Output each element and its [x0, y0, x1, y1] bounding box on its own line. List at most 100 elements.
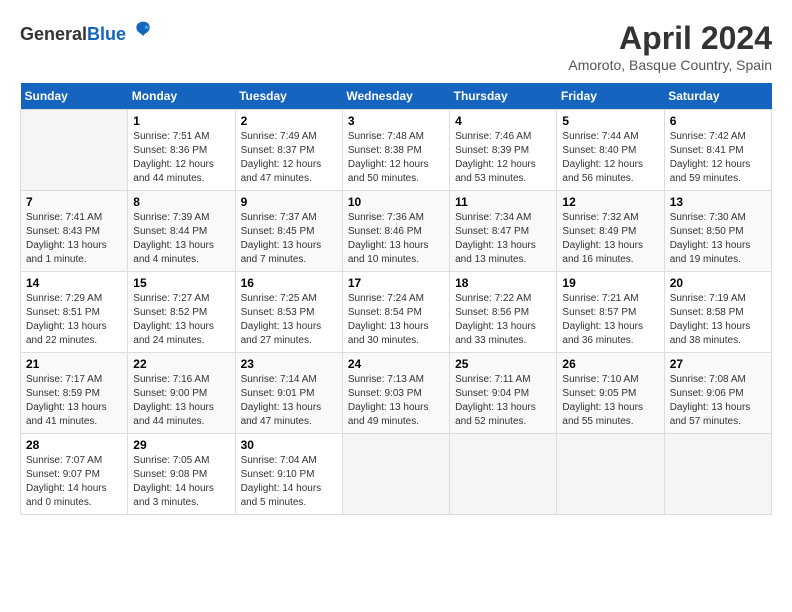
- day-info: Sunrise: 7:49 AMSunset: 8:37 PMDaylight:…: [241, 130, 337, 186]
- calendar-week-row-2: 7 Sunrise: 7:41 AMSunset: 8:43 PMDayligh…: [21, 191, 772, 272]
- day-number: 30: [241, 438, 337, 452]
- calendar-cell: 26 Sunrise: 7:10 AMSunset: 9:05 PMDaylig…: [557, 353, 664, 434]
- calendar-cell: 25 Sunrise: 7:11 AMSunset: 9:04 PMDaylig…: [450, 353, 557, 434]
- calendar-cell: 10 Sunrise: 7:36 AMSunset: 8:46 PMDaylig…: [342, 191, 449, 272]
- day-info: Sunrise: 7:39 AMSunset: 8:44 PMDaylight:…: [133, 211, 229, 267]
- day-info: Sunrise: 7:08 AMSunset: 9:06 PMDaylight:…: [670, 373, 766, 429]
- day-info: Sunrise: 7:07 AMSunset: 9:07 PMDaylight:…: [26, 454, 122, 510]
- month-year-title: April 2024: [568, 20, 772, 57]
- day-info: Sunrise: 7:19 AMSunset: 8:58 PMDaylight:…: [670, 292, 766, 348]
- day-info: Sunrise: 7:36 AMSunset: 8:46 PMDaylight:…: [348, 211, 444, 267]
- day-number: 12: [562, 195, 658, 209]
- day-number: 24: [348, 357, 444, 371]
- calendar-cell: 17 Sunrise: 7:24 AMSunset: 8:54 PMDaylig…: [342, 272, 449, 353]
- calendar-cell: 14 Sunrise: 7:29 AMSunset: 8:51 PMDaylig…: [21, 272, 128, 353]
- header-tuesday: Tuesday: [235, 83, 342, 110]
- calendar-cell: [557, 434, 664, 515]
- calendar-week-row-1: 1 Sunrise: 7:51 AMSunset: 8:36 PMDayligh…: [21, 110, 772, 191]
- day-number: 7: [26, 195, 122, 209]
- day-info: Sunrise: 7:14 AMSunset: 9:01 PMDaylight:…: [241, 373, 337, 429]
- day-number: 3: [348, 114, 444, 128]
- calendar-cell: 30 Sunrise: 7:04 AMSunset: 9:10 PMDaylig…: [235, 434, 342, 515]
- day-number: 11: [455, 195, 551, 209]
- day-number: 6: [670, 114, 766, 128]
- day-info: Sunrise: 7:41 AMSunset: 8:43 PMDaylight:…: [26, 211, 122, 267]
- calendar-cell: 9 Sunrise: 7:37 AMSunset: 8:45 PMDayligh…: [235, 191, 342, 272]
- day-number: 1: [133, 114, 229, 128]
- calendar-cell: 4 Sunrise: 7:46 AMSunset: 8:39 PMDayligh…: [450, 110, 557, 191]
- day-number: 4: [455, 114, 551, 128]
- day-info: Sunrise: 7:21 AMSunset: 8:57 PMDaylight:…: [562, 292, 658, 348]
- logo-text: GeneralBlue: [20, 20, 153, 45]
- calendar-week-row-4: 21 Sunrise: 7:17 AMSunset: 8:59 PMDaylig…: [21, 353, 772, 434]
- calendar-cell: 19 Sunrise: 7:21 AMSunset: 8:57 PMDaylig…: [557, 272, 664, 353]
- calendar-cell: 3 Sunrise: 7:48 AMSunset: 8:38 PMDayligh…: [342, 110, 449, 191]
- day-info: Sunrise: 7:51 AMSunset: 8:36 PMDaylight:…: [133, 130, 229, 186]
- calendar-cell: 5 Sunrise: 7:44 AMSunset: 8:40 PMDayligh…: [557, 110, 664, 191]
- calendar-cell: 7 Sunrise: 7:41 AMSunset: 8:43 PMDayligh…: [21, 191, 128, 272]
- day-number: 17: [348, 276, 444, 290]
- header-thursday: Thursday: [450, 83, 557, 110]
- calendar-cell: [21, 110, 128, 191]
- calendar-cell: 28 Sunrise: 7:07 AMSunset: 9:07 PMDaylig…: [21, 434, 128, 515]
- day-info: Sunrise: 7:05 AMSunset: 9:08 PMDaylight:…: [133, 454, 229, 510]
- calendar-week-row-5: 28 Sunrise: 7:07 AMSunset: 9:07 PMDaylig…: [21, 434, 772, 515]
- page-header: GeneralBlue April 2024 Amoroto, Basque C…: [20, 20, 772, 73]
- calendar-cell: 16 Sunrise: 7:25 AMSunset: 8:53 PMDaylig…: [235, 272, 342, 353]
- day-number: 20: [670, 276, 766, 290]
- calendar-cell: 22 Sunrise: 7:16 AMSunset: 9:00 PMDaylig…: [128, 353, 235, 434]
- calendar-cell: 24 Sunrise: 7:13 AMSunset: 9:03 PMDaylig…: [342, 353, 449, 434]
- calendar-cell: 29 Sunrise: 7:05 AMSunset: 9:08 PMDaylig…: [128, 434, 235, 515]
- calendar-cell: 11 Sunrise: 7:34 AMSunset: 8:47 PMDaylig…: [450, 191, 557, 272]
- day-info: Sunrise: 7:42 AMSunset: 8:41 PMDaylight:…: [670, 130, 766, 186]
- day-info: Sunrise: 7:17 AMSunset: 8:59 PMDaylight:…: [26, 373, 122, 429]
- calendar-cell: 13 Sunrise: 7:30 AMSunset: 8:50 PMDaylig…: [664, 191, 771, 272]
- day-info: Sunrise: 7:48 AMSunset: 8:38 PMDaylight:…: [348, 130, 444, 186]
- day-number: 2: [241, 114, 337, 128]
- day-info: Sunrise: 7:16 AMSunset: 9:00 PMDaylight:…: [133, 373, 229, 429]
- day-number: 9: [241, 195, 337, 209]
- calendar-cell: 18 Sunrise: 7:22 AMSunset: 8:56 PMDaylig…: [450, 272, 557, 353]
- calendar-cell: 20 Sunrise: 7:19 AMSunset: 8:58 PMDaylig…: [664, 272, 771, 353]
- day-number: 14: [26, 276, 122, 290]
- day-number: 28: [26, 438, 122, 452]
- day-number: 25: [455, 357, 551, 371]
- header-wednesday: Wednesday: [342, 83, 449, 110]
- day-number: 10: [348, 195, 444, 209]
- day-number: 13: [670, 195, 766, 209]
- header-saturday: Saturday: [664, 83, 771, 110]
- day-info: Sunrise: 7:27 AMSunset: 8:52 PMDaylight:…: [133, 292, 229, 348]
- day-number: 19: [562, 276, 658, 290]
- day-info: Sunrise: 7:11 AMSunset: 9:04 PMDaylight:…: [455, 373, 551, 429]
- calendar-cell: 21 Sunrise: 7:17 AMSunset: 8:59 PMDaylig…: [21, 353, 128, 434]
- calendar-cell: [342, 434, 449, 515]
- location-subtitle: Amoroto, Basque Country, Spain: [568, 57, 772, 73]
- day-number: 23: [241, 357, 337, 371]
- calendar-cell: [664, 434, 771, 515]
- calendar-cell: 27 Sunrise: 7:08 AMSunset: 9:06 PMDaylig…: [664, 353, 771, 434]
- day-info: Sunrise: 7:37 AMSunset: 8:45 PMDaylight:…: [241, 211, 337, 267]
- day-info: Sunrise: 7:34 AMSunset: 8:47 PMDaylight:…: [455, 211, 551, 267]
- day-info: Sunrise: 7:10 AMSunset: 9:05 PMDaylight:…: [562, 373, 658, 429]
- calendar-cell: 12 Sunrise: 7:32 AMSunset: 8:49 PMDaylig…: [557, 191, 664, 272]
- day-info: Sunrise: 7:29 AMSunset: 8:51 PMDaylight:…: [26, 292, 122, 348]
- day-number: 5: [562, 114, 658, 128]
- day-number: 26: [562, 357, 658, 371]
- day-info: Sunrise: 7:32 AMSunset: 8:49 PMDaylight:…: [562, 211, 658, 267]
- day-info: Sunrise: 7:22 AMSunset: 8:56 PMDaylight:…: [455, 292, 551, 348]
- day-number: 16: [241, 276, 337, 290]
- calendar-table: Sunday Monday Tuesday Wednesday Thursday…: [20, 83, 772, 515]
- calendar-cell: [450, 434, 557, 515]
- calendar-cell: 8 Sunrise: 7:39 AMSunset: 8:44 PMDayligh…: [128, 191, 235, 272]
- day-info: Sunrise: 7:30 AMSunset: 8:50 PMDaylight:…: [670, 211, 766, 267]
- day-number: 22: [133, 357, 229, 371]
- logo-general: General: [20, 24, 87, 44]
- day-info: Sunrise: 7:24 AMSunset: 8:54 PMDaylight:…: [348, 292, 444, 348]
- calendar-cell: 6 Sunrise: 7:42 AMSunset: 8:41 PMDayligh…: [664, 110, 771, 191]
- day-info: Sunrise: 7:25 AMSunset: 8:53 PMDaylight:…: [241, 292, 337, 348]
- day-number: 8: [133, 195, 229, 209]
- day-number: 27: [670, 357, 766, 371]
- day-number: 15: [133, 276, 229, 290]
- calendar-cell: 15 Sunrise: 7:27 AMSunset: 8:52 PMDaylig…: [128, 272, 235, 353]
- calendar-cell: 1 Sunrise: 7:51 AMSunset: 8:36 PMDayligh…: [128, 110, 235, 191]
